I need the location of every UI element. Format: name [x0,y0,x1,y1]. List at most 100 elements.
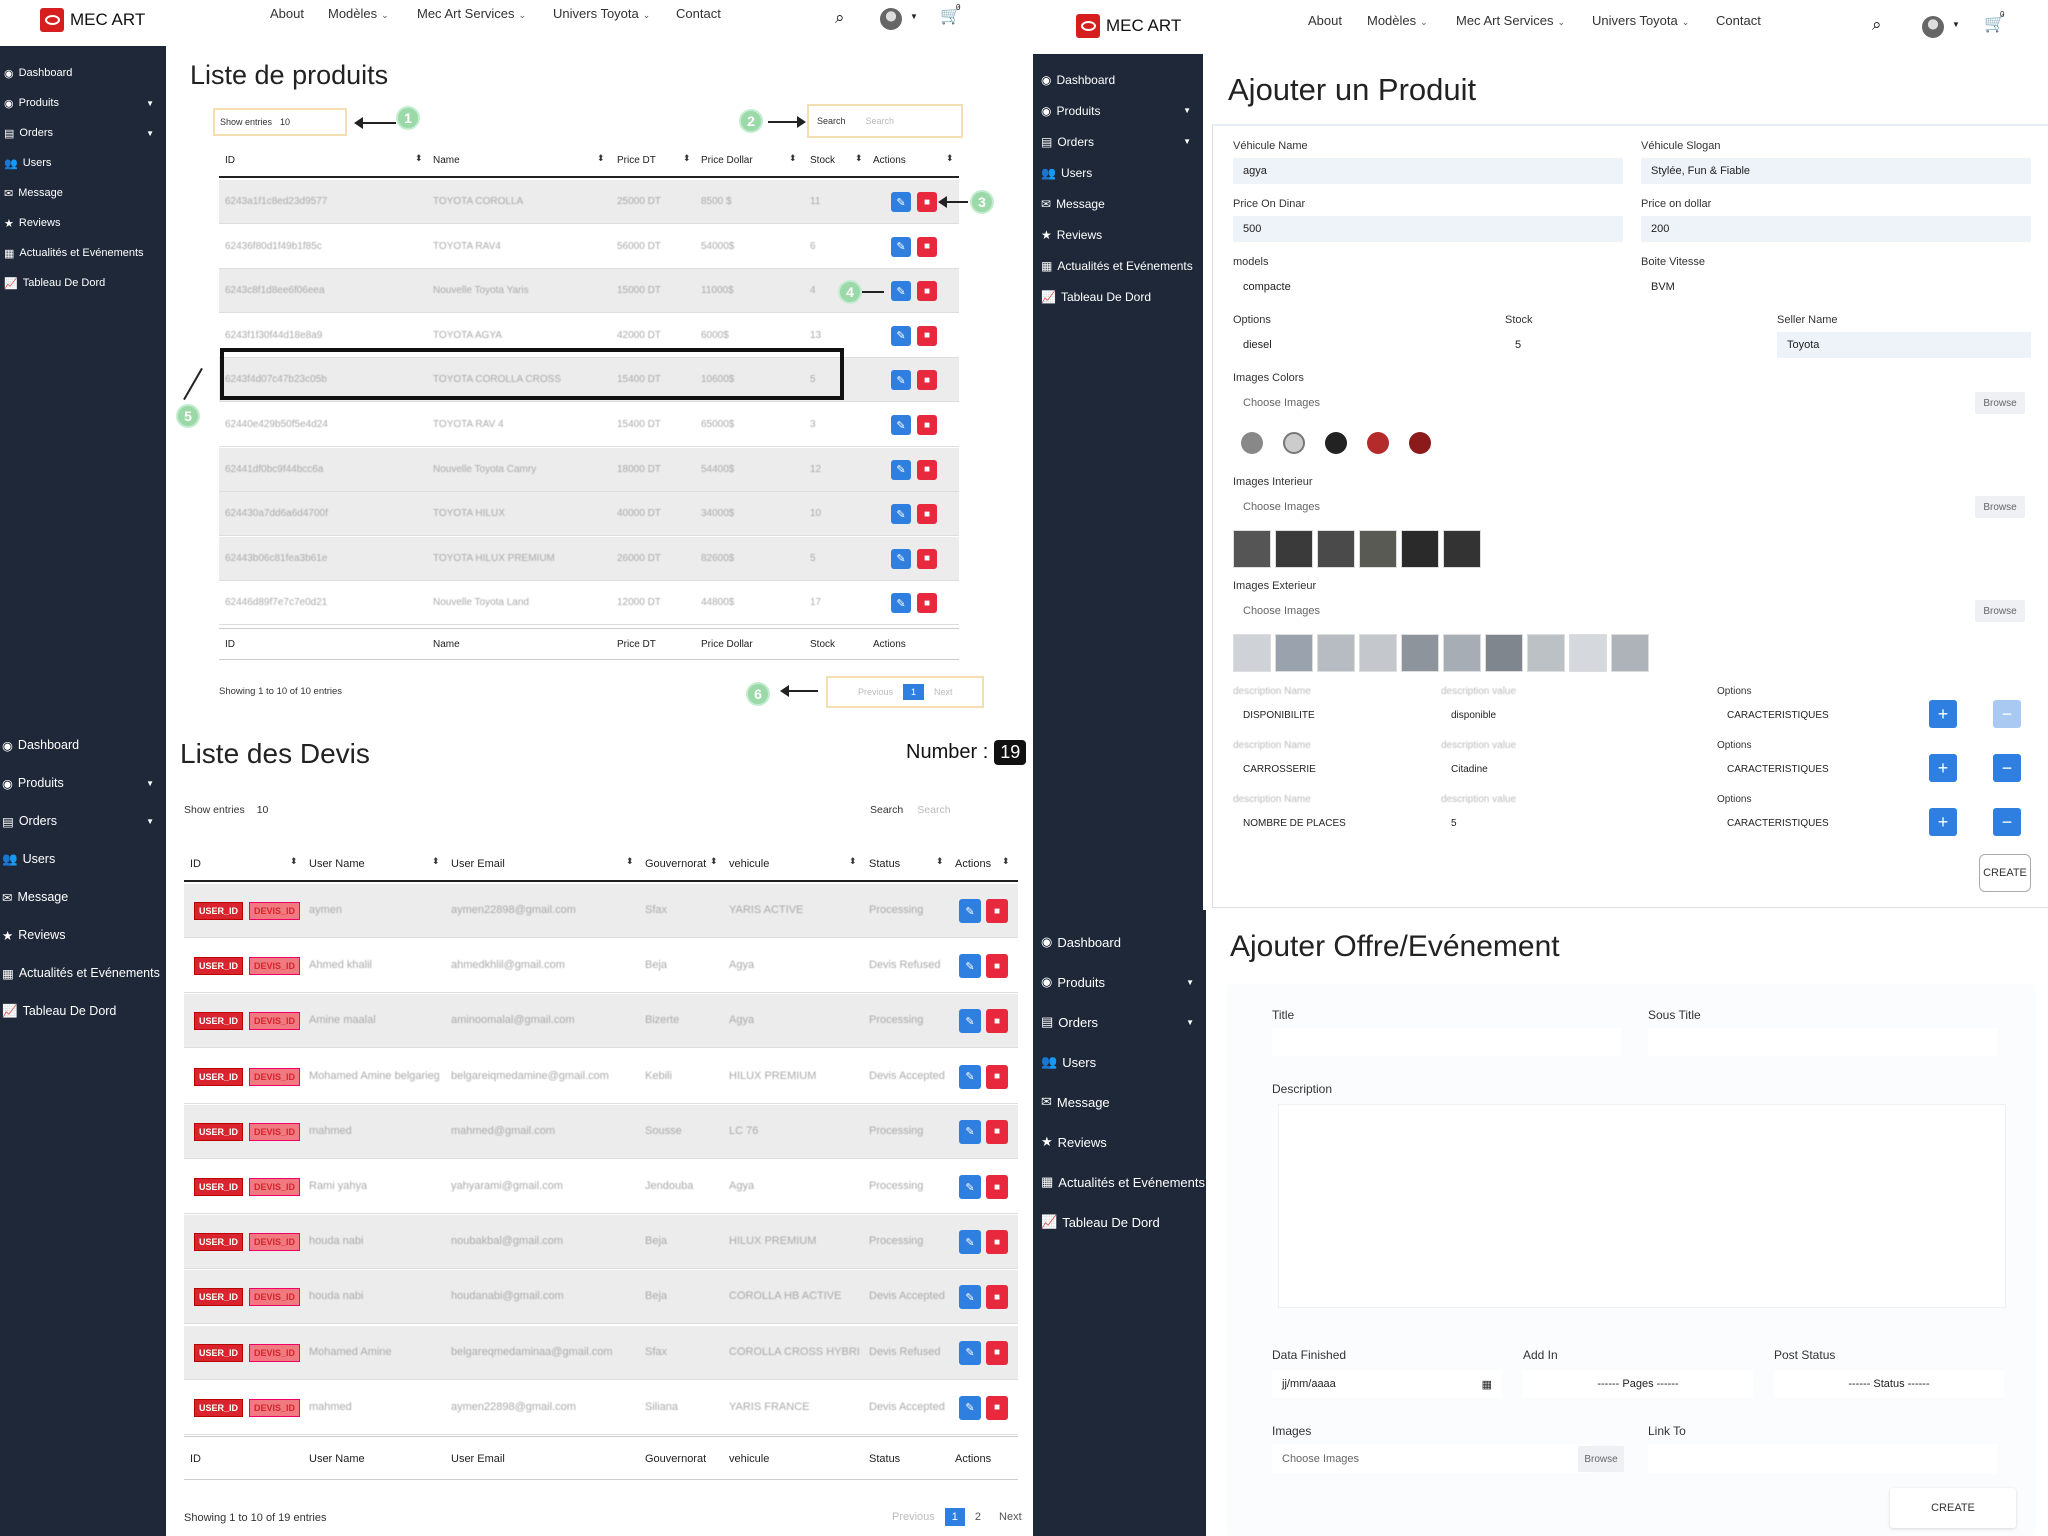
vehicule-name-input[interactable]: agya [1233,158,1623,184]
edit-icon[interactable]: ✎ [891,370,911,391]
create-button[interactable]: CREATE [1979,854,2031,892]
user-id-badge[interactable]: USER_ID [194,902,244,920]
edit-icon[interactable]: ✎ [959,1175,981,1199]
sidebar-item-actualites[interactable]: ▦ Actualités et Evénements [1033,250,1203,281]
devis-id-badge[interactable]: DEVIS_ID [249,1178,301,1196]
edit-icon[interactable]: ✎ [891,325,911,346]
sidebar-item-tableau[interactable]: 📈 Tableau De Dord [0,268,166,298]
trash-icon[interactable]: ■ [986,954,1008,979]
sort-icon[interactable]: ⬍ [710,856,718,867]
sidebar-item-dashboard[interactable]: ◉ Dashboard [1033,64,1203,95]
trash-icon[interactable]: ■ [986,1340,1008,1365]
sort-icon[interactable]: ⬍ [1002,856,1010,867]
sidebar-item-reviews[interactable]: ★ Reviews [0,208,166,238]
images-file-input[interactable]: Choose Images [1272,1444,1592,1474]
user-id-badge[interactable]: USER_ID [194,1178,244,1196]
date-input[interactable]: jj/mm/aaaa ▦ [1272,1370,1502,1398]
sidebar-item-message[interactable]: ✉ Message [0,178,166,208]
nav-about[interactable]: About [1308,13,1342,28]
devis-id-badge[interactable]: DEVIS_ID [249,1122,301,1141]
slogan-input[interactable]: Stylée, Fun & Fiable [1641,158,2031,184]
show-entries-select[interactable]: 10 [280,117,290,127]
trash-icon[interactable]: ■ [986,1064,1008,1089]
prev-button[interactable]: Previous [858,687,893,697]
brand-logo[interactable]: MEC ART [1076,14,1181,38]
search-icon[interactable]: ⌕ [1872,15,1882,35]
nav-contact[interactable]: Contact [676,6,721,21]
sidebar-item-produits[interactable]: ◉ Produits ▼ [1033,962,1206,1002]
trash-icon[interactable]: ■ [917,548,937,569]
edit-icon[interactable]: ✎ [959,1009,981,1034]
sort-icon[interactable]: ⬍ [855,153,863,164]
edit-icon[interactable]: ✎ [959,1395,981,1420]
price-dollar-input[interactable]: 200 [1641,216,2031,242]
sort-icon[interactable]: ⬍ [597,153,605,164]
sous-title-input[interactable] [1648,1028,1998,1056]
sort-icon[interactable]: ⬍ [849,856,857,867]
sidebar-item-orders[interactable]: ▤ Orders ▼ [1033,126,1203,157]
edit-icon[interactable]: ✎ [959,1119,981,1144]
edit-icon[interactable]: ✎ [891,415,911,435]
remove-row-button[interactable]: − [1993,754,2021,782]
options-select[interactable]: diesel [1233,332,1483,358]
col-status[interactable]: Status [869,858,900,870]
edit-icon[interactable]: ✎ [891,459,911,480]
nav-univers[interactable]: Univers Toyota ⌄ [553,6,650,21]
seller-input[interactable]: Toyota [1777,332,2031,358]
browse-button[interactable]: Browse [1975,392,2025,414]
add-row-button[interactable]: + [1929,808,1957,836]
sidebar-item-produits[interactable]: ◉ Produits ▼ [1033,95,1203,126]
nav-services[interactable]: Mec Art Services ⌄ [417,6,526,21]
avatar[interactable] [1922,16,1944,38]
user-id-badge[interactable]: USER_ID [194,1012,244,1031]
search-input[interactable]: Search [866,116,895,126]
search-box[interactable]: Search Search [870,804,951,816]
sidebar-item-reviews[interactable]: ★ Reviews [1033,1122,1206,1162]
title-input[interactable] [1272,1028,1622,1056]
desc-option-select[interactable]: CARACTERISTIQUES [1717,702,1907,728]
chevron-down-icon[interactable]: ▼ [1952,20,1960,29]
sidebar-item-orders[interactable]: ▤ Orders ▼ [1033,1002,1206,1042]
boite-select[interactable]: BVM [1641,274,2031,300]
user-id-badge[interactable]: USER_ID [194,1122,244,1141]
models-select[interactable]: compacte [1233,274,1623,300]
trash-icon[interactable]: ■ [917,459,937,480]
sidebar-item-users[interactable]: 👥 Users [1033,157,1203,188]
sidebar-item-actualites[interactable]: ▦ Actualités et Evénements [1033,1162,1206,1202]
edit-icon[interactable]: ✎ [959,954,981,979]
devis-id-badge[interactable]: DEVIS_ID [249,1233,301,1252]
sort-icon[interactable]: ⬍ [683,153,691,164]
sort-icon[interactable]: ⬍ [432,856,440,867]
browse-button[interactable]: Browse [1578,1446,1624,1472]
user-id-badge[interactable]: USER_ID [194,1343,244,1362]
sidebar-item-users[interactable]: 👥 Users [0,840,166,878]
sidebar-item-message[interactable]: ✉ Message [0,878,166,916]
search-icon[interactable]: ⌕ [835,8,845,28]
user-id-badge[interactable]: USER_ID [194,1398,244,1417]
sidebar-item-users[interactable]: 👥 Users [0,148,166,178]
trash-icon[interactable]: ■ [917,192,937,212]
trash-icon[interactable]: ■ [917,236,937,257]
page-button[interactable]: 1 [903,684,925,700]
price-dinar-input[interactable]: 500 [1233,216,1623,242]
edit-icon[interactable]: ✎ [891,281,911,302]
edit-icon[interactable]: ✎ [959,1340,981,1365]
sidebar-item-produits[interactable]: ◉ Produits ▼ [0,88,166,118]
col-vehicule[interactable]: vehicule [729,858,769,870]
col-price-dollar[interactable]: Price Dollar [701,155,753,166]
page-button[interactable]: 2 [975,1511,981,1523]
col-user-name[interactable]: User Name [309,858,365,870]
trash-icon[interactable]: ■ [986,899,1008,923]
add-in-select[interactable]: ------ Pages ------ [1523,1370,1753,1398]
trash-icon[interactable]: ■ [917,415,937,435]
page-button[interactable]: 1 [944,1508,965,1526]
col-stock[interactable]: Stock [810,155,835,166]
edit-icon[interactable]: ✎ [891,192,911,212]
sidebar-item-orders[interactable]: ▤ Orders ▼ [0,118,166,148]
add-row-button[interactable]: + [1929,754,1957,782]
sort-icon[interactable]: ⬍ [789,153,797,164]
trash-icon[interactable]: ■ [917,370,937,391]
trash-icon[interactable]: ■ [986,1119,1008,1144]
images-colors-file-input[interactable]: Choose Images [1233,390,1993,416]
trash-icon[interactable]: ■ [986,1230,1008,1255]
